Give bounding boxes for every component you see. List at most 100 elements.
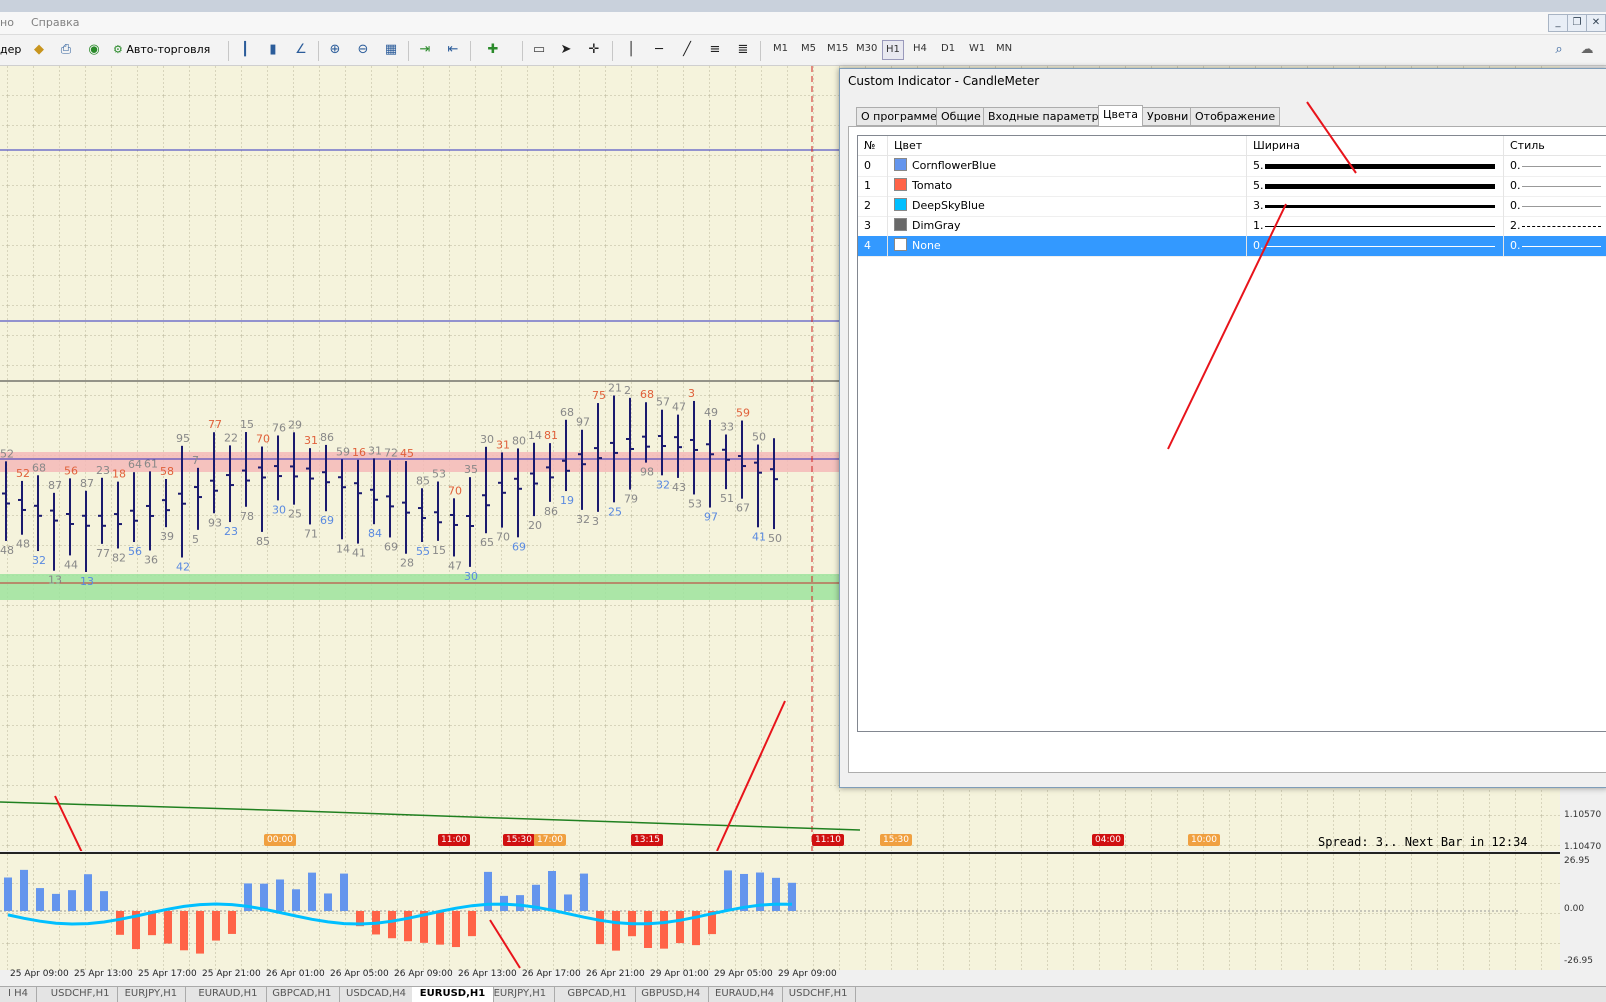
tab-inputs[interactable]: Входные параметры <box>983 107 1113 126</box>
width-cell[interactable]: 1. <box>1247 216 1504 236</box>
colors-grid: № Цвет Ширина Стиль 0 CornflowerBlue 5. … <box>857 135 1606 732</box>
menu-item-help[interactable]: Справка <box>31 16 79 29</box>
style-cell[interactable]: 0. <box>1504 196 1606 216</box>
color-cell[interactable]: CornflowerBlue <box>888 156 1247 176</box>
symbol-tab[interactable]: EURUSD,H1 <box>411 987 495 1002</box>
style-cell[interactable]: 2. <box>1504 216 1606 236</box>
symbol-tab[interactable]: EURJPY,H1 <box>486 987 556 1002</box>
tab-about[interactable]: О программе <box>856 107 942 126</box>
candle-low-label: 69 <box>512 540 526 553</box>
candle-high-label: 75 <box>592 389 606 402</box>
tab-visualization[interactable]: Отображение <box>1190 107 1281 126</box>
restore-button[interactable]: ❐ <box>1567 14 1587 32</box>
symbol-tab[interactable]: GBPUSD,H4 <box>633 987 710 1002</box>
symbol-tab[interactable]: EURJPY,H1 <box>117 987 187 1002</box>
column-header-style[interactable]: Стиль <box>1504 136 1606 156</box>
column-header-width[interactable]: Ширина <box>1247 136 1504 156</box>
timeframe-m30[interactable]: M30 <box>853 40 880 58</box>
vertical-line-icon[interactable]: │ <box>622 41 640 59</box>
histogram-bar-down <box>644 911 652 948</box>
tab-levels[interactable]: Уровни <box>1142 107 1194 126</box>
histogram-bar-up <box>260 883 268 911</box>
histogram-bar-up <box>772 877 780 911</box>
histogram-bar-up <box>516 895 524 911</box>
timeframe-m1[interactable]: M1 <box>770 40 791 58</box>
color-row-3[interactable]: 3 DimGray 1. 2. <box>858 216 1606 237</box>
symbol-tab[interactable]: EURAUD,H1 <box>190 987 267 1002</box>
color-cell[interactable]: None <box>888 236 1247 256</box>
timeframe-h1[interactable]: H1 <box>882 40 904 60</box>
crosshair-icon[interactable]: ✛ <box>585 41 603 59</box>
minimize-button[interactable]: _ <box>1548 14 1568 32</box>
color-row-2[interactable]: 2 DeepSkyBlue 3. 0. <box>858 196 1606 217</box>
signal-icon[interactable]: ◉ <box>85 41 103 59</box>
tab-colors[interactable]: Цвета <box>1098 105 1143 126</box>
chart-shift-icon[interactable]: ⇤ <box>444 41 462 59</box>
candlemeter-subwindow[interactable] <box>0 852 1560 970</box>
zoom-in-icon[interactable]: ⊕ <box>326 41 344 59</box>
horizontal-line-icon[interactable]: ─ <box>650 41 668 59</box>
candle-high-label: 85 <box>416 474 430 487</box>
style-cell[interactable]: 0. <box>1504 156 1606 176</box>
style-cell[interactable]: 0. <box>1504 176 1606 196</box>
timeframe-m15[interactable]: M15 <box>824 40 851 58</box>
timeframe-w1[interactable]: W1 <box>966 40 988 58</box>
fibonacci-icon[interactable]: ≣ <box>734 41 752 59</box>
symbol-tab[interactable]: I H4 <box>0 987 38 1002</box>
chat-icon[interactable]: ☁ <box>1578 41 1596 59</box>
color-row-1[interactable]: 1 Tomato 5. 0. <box>858 176 1606 197</box>
candle-high-label: 86 <box>320 431 334 444</box>
trendline-icon[interactable]: ╱ <box>678 41 696 59</box>
menu-bar: но Справка <box>0 12 1606 35</box>
channel-icon[interactable]: ≡ <box>706 41 724 59</box>
candle-low-label: 44 <box>64 558 78 571</box>
timeframe-h4[interactable]: H4 <box>910 40 930 58</box>
tile-windows-icon[interactable]: ▦ <box>382 41 400 59</box>
timeframe-d1[interactable]: D1 <box>938 40 958 58</box>
color-cell[interactable]: Tomato <box>888 176 1247 196</box>
candle-low-label: 70 <box>496 531 510 544</box>
color-row-0[interactable]: 0 CornflowerBlue 5. 0. <box>858 156 1606 177</box>
line-chart-icon[interactable]: ∠ <box>292 41 310 59</box>
width-cell[interactable]: 5. <box>1247 156 1504 176</box>
symbol-tab[interactable]: USDCAD,H4 <box>338 987 415 1002</box>
color-cell[interactable]: DeepSkyBlue <box>888 196 1247 216</box>
histogram-bar-down <box>228 911 236 934</box>
bar-chart-icon[interactable]: ┃ <box>236 41 254 59</box>
printer-icon[interactable]: ⎙ <box>57 41 75 59</box>
candle-chart-icon[interactable]: ▮ <box>264 41 282 59</box>
width-cell[interactable]: 3. <box>1247 196 1504 216</box>
histogram-bar-down <box>452 911 460 948</box>
style-cell[interactable]: 0. <box>1504 236 1606 256</box>
menu-item-partial[interactable]: но <box>0 16 14 29</box>
width-cell[interactable]: 0. <box>1247 236 1504 256</box>
auto-scroll-icon[interactable]: ⇥ <box>416 41 434 59</box>
column-header-color[interactable]: Цвет <box>888 136 1247 156</box>
column-header-num[interactable]: № <box>858 136 888 156</box>
candle-high-label: 2 <box>624 384 631 397</box>
symbol-tab[interactable]: USDCHF,H1 <box>43 987 119 1002</box>
candle-high-label: 21 <box>608 381 622 394</box>
width-cell[interactable]: 5. <box>1247 176 1504 196</box>
search-icon[interactable]: ⌕ <box>1550 41 1568 59</box>
add-indicator-icon[interactable]: ✚ <box>484 41 502 59</box>
cursor-icon[interactable]: ➤ <box>557 41 575 59</box>
timeframe-m5[interactable]: M5 <box>798 40 819 58</box>
gold-icon[interactable]: ◆ <box>30 41 48 59</box>
timeframe-mn[interactable]: MN <box>993 40 1015 58</box>
symbol-tab[interactable]: EURAUD,H4 <box>707 987 784 1002</box>
tab-common[interactable]: Общие <box>936 107 986 126</box>
sub-level-label: 0.00 <box>1564 904 1585 914</box>
color-cell[interactable]: DimGray <box>888 216 1247 236</box>
row-num: 3 <box>858 216 888 236</box>
symbol-tab[interactable]: GBPCAD,H1 <box>559 987 636 1002</box>
autotrade-button[interactable]: ⚙ Авто-торговля <box>113 41 223 59</box>
close-button[interactable]: ✕ <box>1586 14 1606 32</box>
zoom-out-icon[interactable]: ⊖ <box>354 41 372 59</box>
trader-label[interactable]: дер <box>0 41 21 59</box>
candle-high-label: 80 <box>512 434 526 447</box>
color-row-4[interactable]: 4 None 0. 0. <box>858 236 1606 257</box>
symbol-tab[interactable]: GBPCAD,H1 <box>264 987 341 1002</box>
symbol-tab[interactable]: USDCHF,H1 <box>781 987 857 1002</box>
window-icon[interactable]: ▭ <box>530 41 548 59</box>
